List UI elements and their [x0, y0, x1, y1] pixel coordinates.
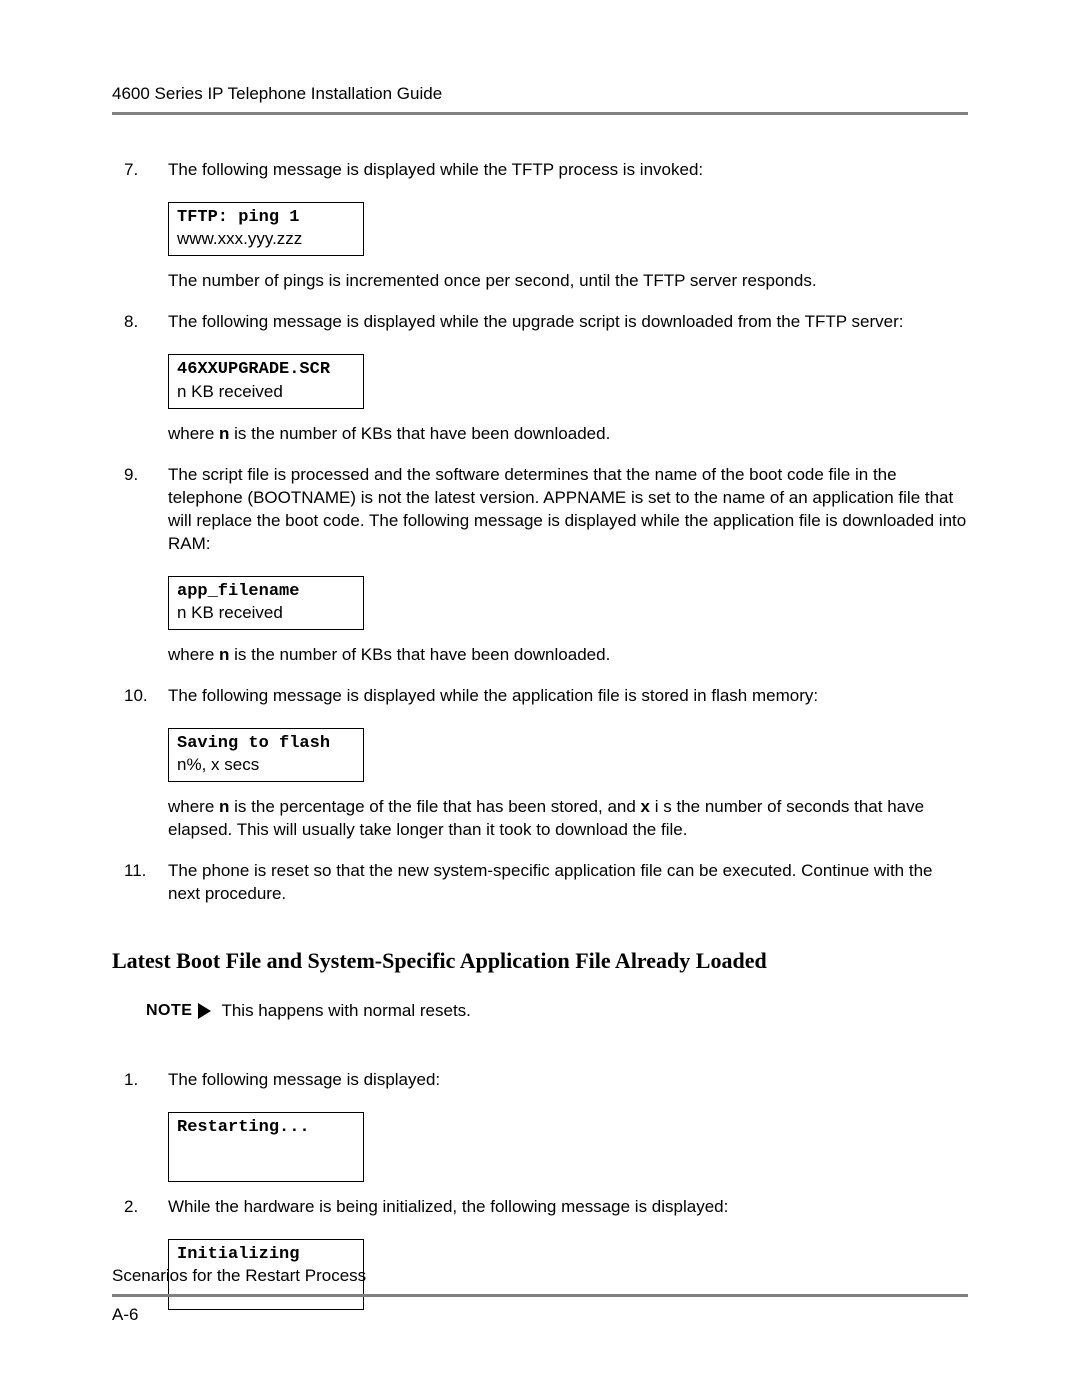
step-after-text: where n is the percentage of the file th… — [112, 796, 968, 842]
step-text: The following message is displayed: — [168, 1070, 440, 1089]
step-number: 7. — [124, 159, 138, 182]
header-rule — [112, 112, 968, 115]
display-line-2: n KB received — [177, 602, 355, 623]
step-number: 8. — [124, 311, 138, 334]
page-body: 7. The following message is displayed wh… — [112, 159, 968, 1310]
step-text: The phone is reset so that the new syste… — [168, 861, 933, 903]
text: where — [168, 424, 219, 443]
arrow-icon — [198, 1003, 211, 1019]
page: 4600 Series IP Telephone Installation Gu… — [0, 0, 1080, 1397]
display-line-1: app_filename — [177, 581, 355, 602]
text: is the percentage of the file that has b… — [229, 797, 640, 816]
step-number: 1. — [124, 1069, 138, 1092]
display-line-2: n KB received — [177, 381, 355, 402]
text: where — [168, 797, 219, 816]
step-11: 11. The phone is reset so that the new s… — [112, 860, 968, 906]
page-number: A-6 — [112, 1305, 968, 1325]
display-box: Saving to flash n%, x secs — [168, 728, 364, 783]
footer-title: Scenarios for the Restart Process — [112, 1266, 968, 1286]
display-box: Restarting... — [168, 1112, 364, 1183]
step-text: The following message is displayed while… — [168, 686, 818, 705]
procedure-list-a: 7. The following message is displayed wh… — [112, 159, 968, 906]
note-text: This happens with normal resets. — [221, 1000, 470, 1023]
display-line-1: 46XXUPGRADE.SCR — [177, 359, 355, 380]
bold-var: n — [219, 797, 229, 816]
bold-var: x — [641, 797, 650, 816]
footer-rule — [112, 1294, 968, 1297]
bold-var: n — [219, 645, 229, 664]
page-footer: Scenarios for the Restart Process A-6 — [112, 1266, 968, 1325]
display-box: TFTP: ping 1 www.xxx.yyy.zzz — [168, 202, 364, 257]
step-10: 10. The following message is displayed w… — [112, 685, 968, 708]
step-number: 10. — [124, 685, 148, 708]
bold-var: n — [219, 424, 229, 443]
step-text: The script file is processed and the sof… — [168, 465, 966, 553]
text: is the number of KBs that have been down… — [229, 424, 610, 443]
text: where — [168, 645, 219, 664]
section-heading: Latest Boot File and System-Specific App… — [112, 946, 968, 976]
step-number: 9. — [124, 464, 138, 487]
display-box: 46XXUPGRADE.SCR n KB received — [168, 354, 364, 409]
display-line-2: n%, x secs — [177, 754, 355, 775]
step-number: 2. — [124, 1196, 138, 1219]
note: NOTE This happens with normal resets. — [146, 1000, 968, 1023]
step-8: 8. The following message is displayed wh… — [112, 311, 968, 334]
step-after-text: The number of pings is incremented once … — [112, 270, 968, 293]
text: is the number of KBs that have been down… — [229, 645, 610, 664]
step-2: 2. While the hardware is being initializ… — [112, 1196, 968, 1219]
display-line-1: TFTP: ping 1 — [177, 207, 355, 228]
display-line-1: Saving to flash — [177, 733, 355, 754]
step-text: While the hardware is being initialized,… — [168, 1197, 728, 1216]
display-line-2 — [177, 1138, 355, 1159]
step-text: The following message is displayed while… — [168, 312, 903, 331]
step-1: 1. The following message is displayed: — [112, 1069, 968, 1092]
step-text: The following message is displayed while… — [168, 160, 703, 179]
step-after-text: where n is the number of KBs that have b… — [112, 644, 968, 667]
display-line-1: Initializing — [177, 1244, 355, 1265]
running-header: 4600 Series IP Telephone Installation Gu… — [112, 84, 968, 104]
display-box: app_filename n KB received — [168, 576, 364, 631]
step-after-text: where n is the number of KBs that have b… — [112, 423, 968, 446]
display-line-2: www.xxx.yyy.zzz — [177, 228, 355, 249]
step-number: 11. — [124, 860, 146, 883]
step-9: 9. The script file is processed and the … — [112, 464, 968, 556]
note-label: NOTE — [146, 1000, 192, 1022]
step-7: 7. The following message is displayed wh… — [112, 159, 968, 182]
display-line-1: Restarting... — [177, 1117, 355, 1138]
